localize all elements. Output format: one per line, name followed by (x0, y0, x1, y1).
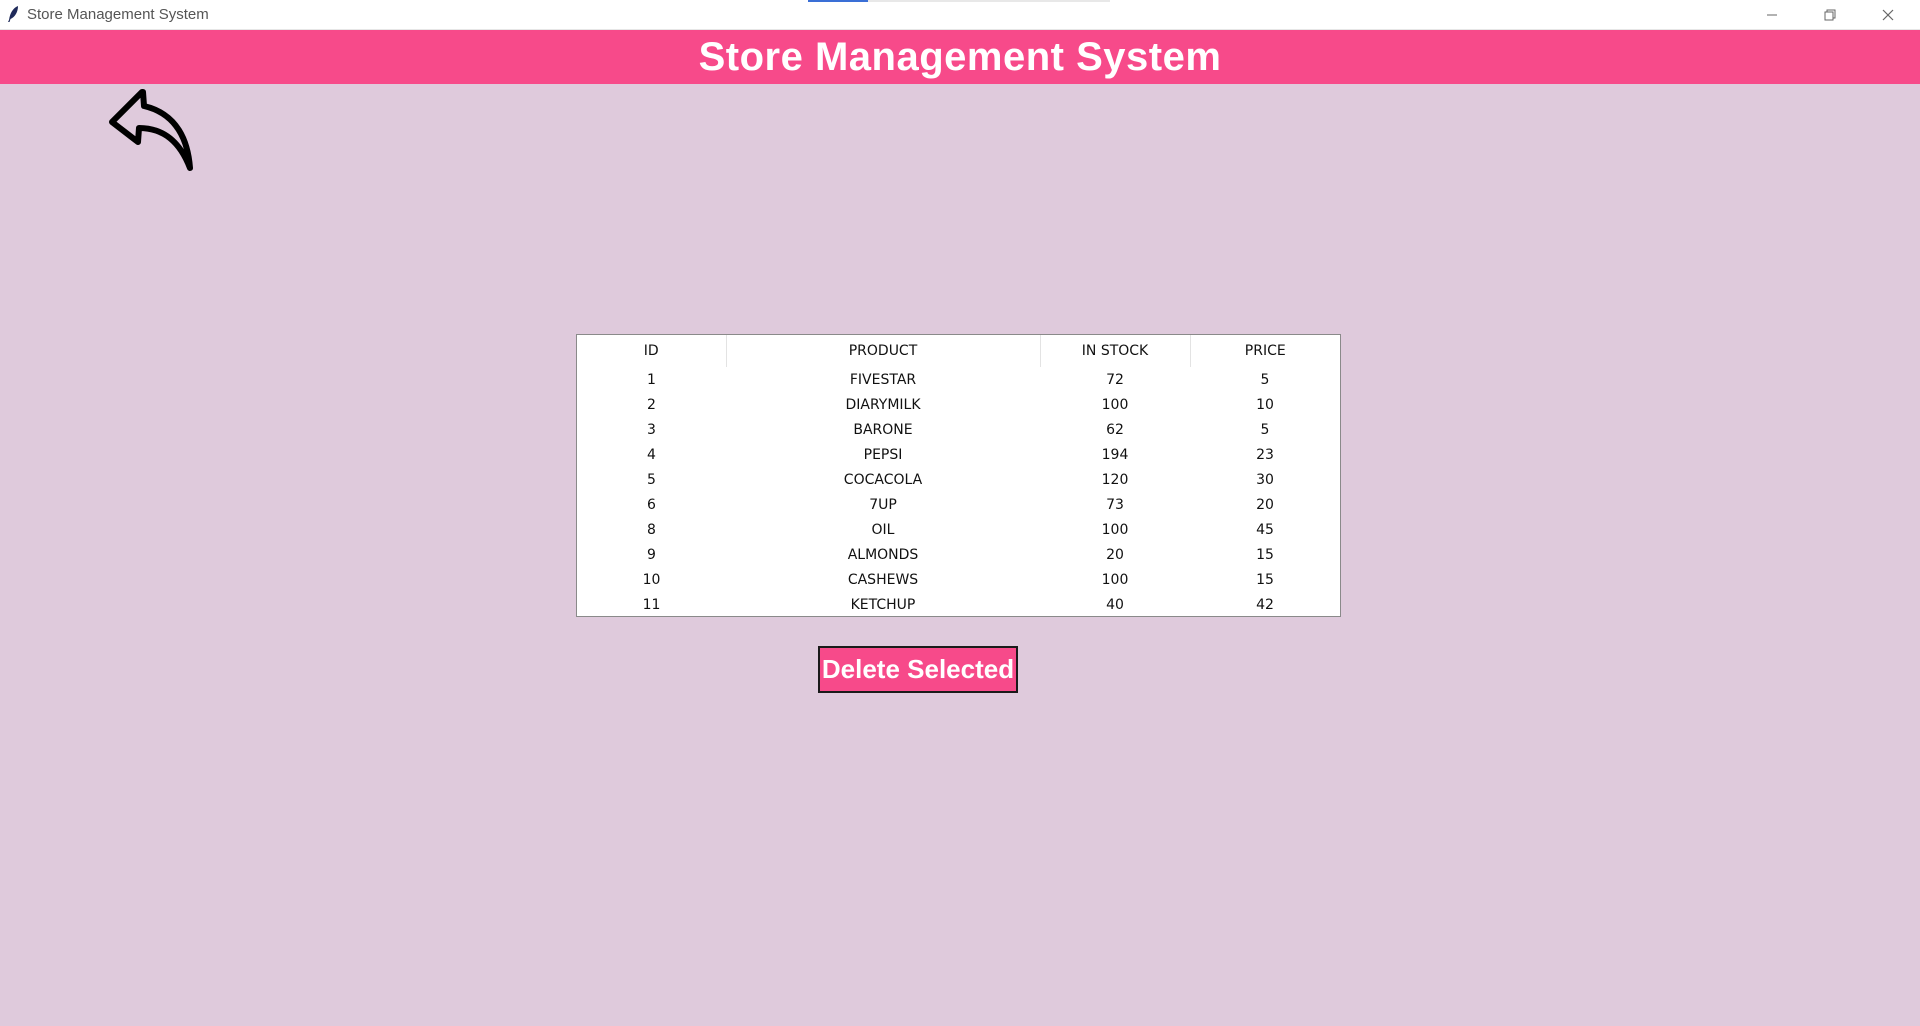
cell-product: COCACOLA (843, 471, 923, 488)
table-row[interactable]: 11 KETCHUP 40 42 (577, 592, 1340, 617)
cell-in-stock: 100 (1101, 396, 1129, 413)
cell-id: 5 (647, 471, 656, 488)
table-header-row: ID PRODUCT IN STOCK PRICE (577, 335, 1340, 367)
cell-in-stock: 62 (1106, 421, 1124, 438)
cell-in-stock: 73 (1106, 496, 1124, 513)
table-row[interactable]: 9 ALMONDS 20 15 (577, 542, 1340, 567)
cell-product: OIL (871, 521, 895, 538)
cell-product: 7UP (869, 496, 897, 513)
column-header-price[interactable]: PRICE (1190, 335, 1340, 367)
window-titlebar: Store Management System (0, 0, 1920, 30)
cell-product: BARONE (853, 421, 913, 438)
minimize-button[interactable] (1743, 0, 1801, 29)
delete-selected-button[interactable]: Delete Selected (818, 646, 1018, 693)
cell-price: 42 (1256, 596, 1274, 613)
minimize-icon (1767, 14, 1777, 15)
cell-product: FIVESTAR (849, 371, 917, 388)
cell-in-stock: 100 (1101, 521, 1129, 538)
table-row[interactable]: 4 PEPSI 194 23 (577, 442, 1340, 467)
window-title: Store Management System (27, 6, 209, 23)
cell-id: 3 (647, 421, 656, 438)
table-row[interactable]: 2 DIARYMILK 100 10 (577, 392, 1340, 417)
cell-product: KETCHUP (850, 596, 916, 613)
cell-id: 2 (647, 396, 656, 413)
table-row[interactable]: 1 FIVESTAR 72 5 (577, 367, 1340, 392)
cell-product: ALMONDS (847, 546, 919, 563)
feather-icon (8, 6, 18, 22)
cell-id: 9 (647, 546, 656, 563)
cell-in-stock: 194 (1101, 446, 1129, 463)
column-header-in-stock[interactable]: IN STOCK (1040, 335, 1191, 367)
cell-id: 10 (642, 571, 661, 588)
restore-button[interactable] (1801, 0, 1859, 29)
cell-price: 10 (1256, 396, 1274, 413)
cell-price: 23 (1256, 446, 1274, 463)
cell-product: DIARYMILK (845, 396, 921, 413)
cell-in-stock: 100 (1101, 571, 1129, 588)
cell-in-stock: 40 (1106, 596, 1124, 613)
back-arrow-icon[interactable] (106, 86, 196, 172)
table-row[interactable]: 10 CASHEWS 100 15 (577, 567, 1340, 592)
close-button[interactable] (1859, 0, 1917, 29)
cell-price: 5 (1260, 421, 1270, 438)
table-row[interactable]: 6 7UP 73 20 (577, 492, 1340, 517)
cell-in-stock: 120 (1101, 471, 1129, 488)
page-title: Store Management System (698, 34, 1222, 79)
cell-id: 1 (647, 371, 656, 388)
cell-id: 4 (647, 446, 656, 463)
column-header-id[interactable]: ID (577, 335, 727, 367)
close-icon (1882, 9, 1894, 20)
cell-product: PEPSI (863, 446, 903, 463)
taskbar-indicator (808, 0, 868, 2)
inventory-table: ID PRODUCT IN STOCK PRICE 1 FIVESTAR 72 … (576, 334, 1341, 617)
cell-in-stock: 72 (1106, 371, 1124, 388)
cell-price: 45 (1256, 521, 1274, 538)
column-header-product[interactable]: PRODUCT (726, 335, 1041, 367)
cell-price: 20 (1256, 496, 1274, 513)
table-row[interactable]: 3 BARONE 62 5 (577, 417, 1340, 442)
cell-price: 30 (1256, 471, 1274, 488)
restore-icon (1824, 9, 1836, 20)
table-row[interactable]: 8 OIL 100 45 (577, 517, 1340, 542)
cell-price: 15 (1256, 546, 1274, 563)
app-header: Store Management System (0, 30, 1920, 84)
cell-id: 6 (647, 496, 656, 513)
cell-price: 5 (1260, 371, 1270, 388)
cell-price: 15 (1256, 571, 1274, 588)
cell-in-stock: 20 (1106, 546, 1124, 563)
cell-product: CASHEWS (847, 571, 919, 588)
cell-id: 11 (642, 596, 661, 613)
taskbar-indicator-track (868, 0, 1110, 2)
cell-id: 8 (647, 521, 656, 538)
table-row[interactable]: 5 COCACOLA 120 30 (577, 467, 1340, 492)
